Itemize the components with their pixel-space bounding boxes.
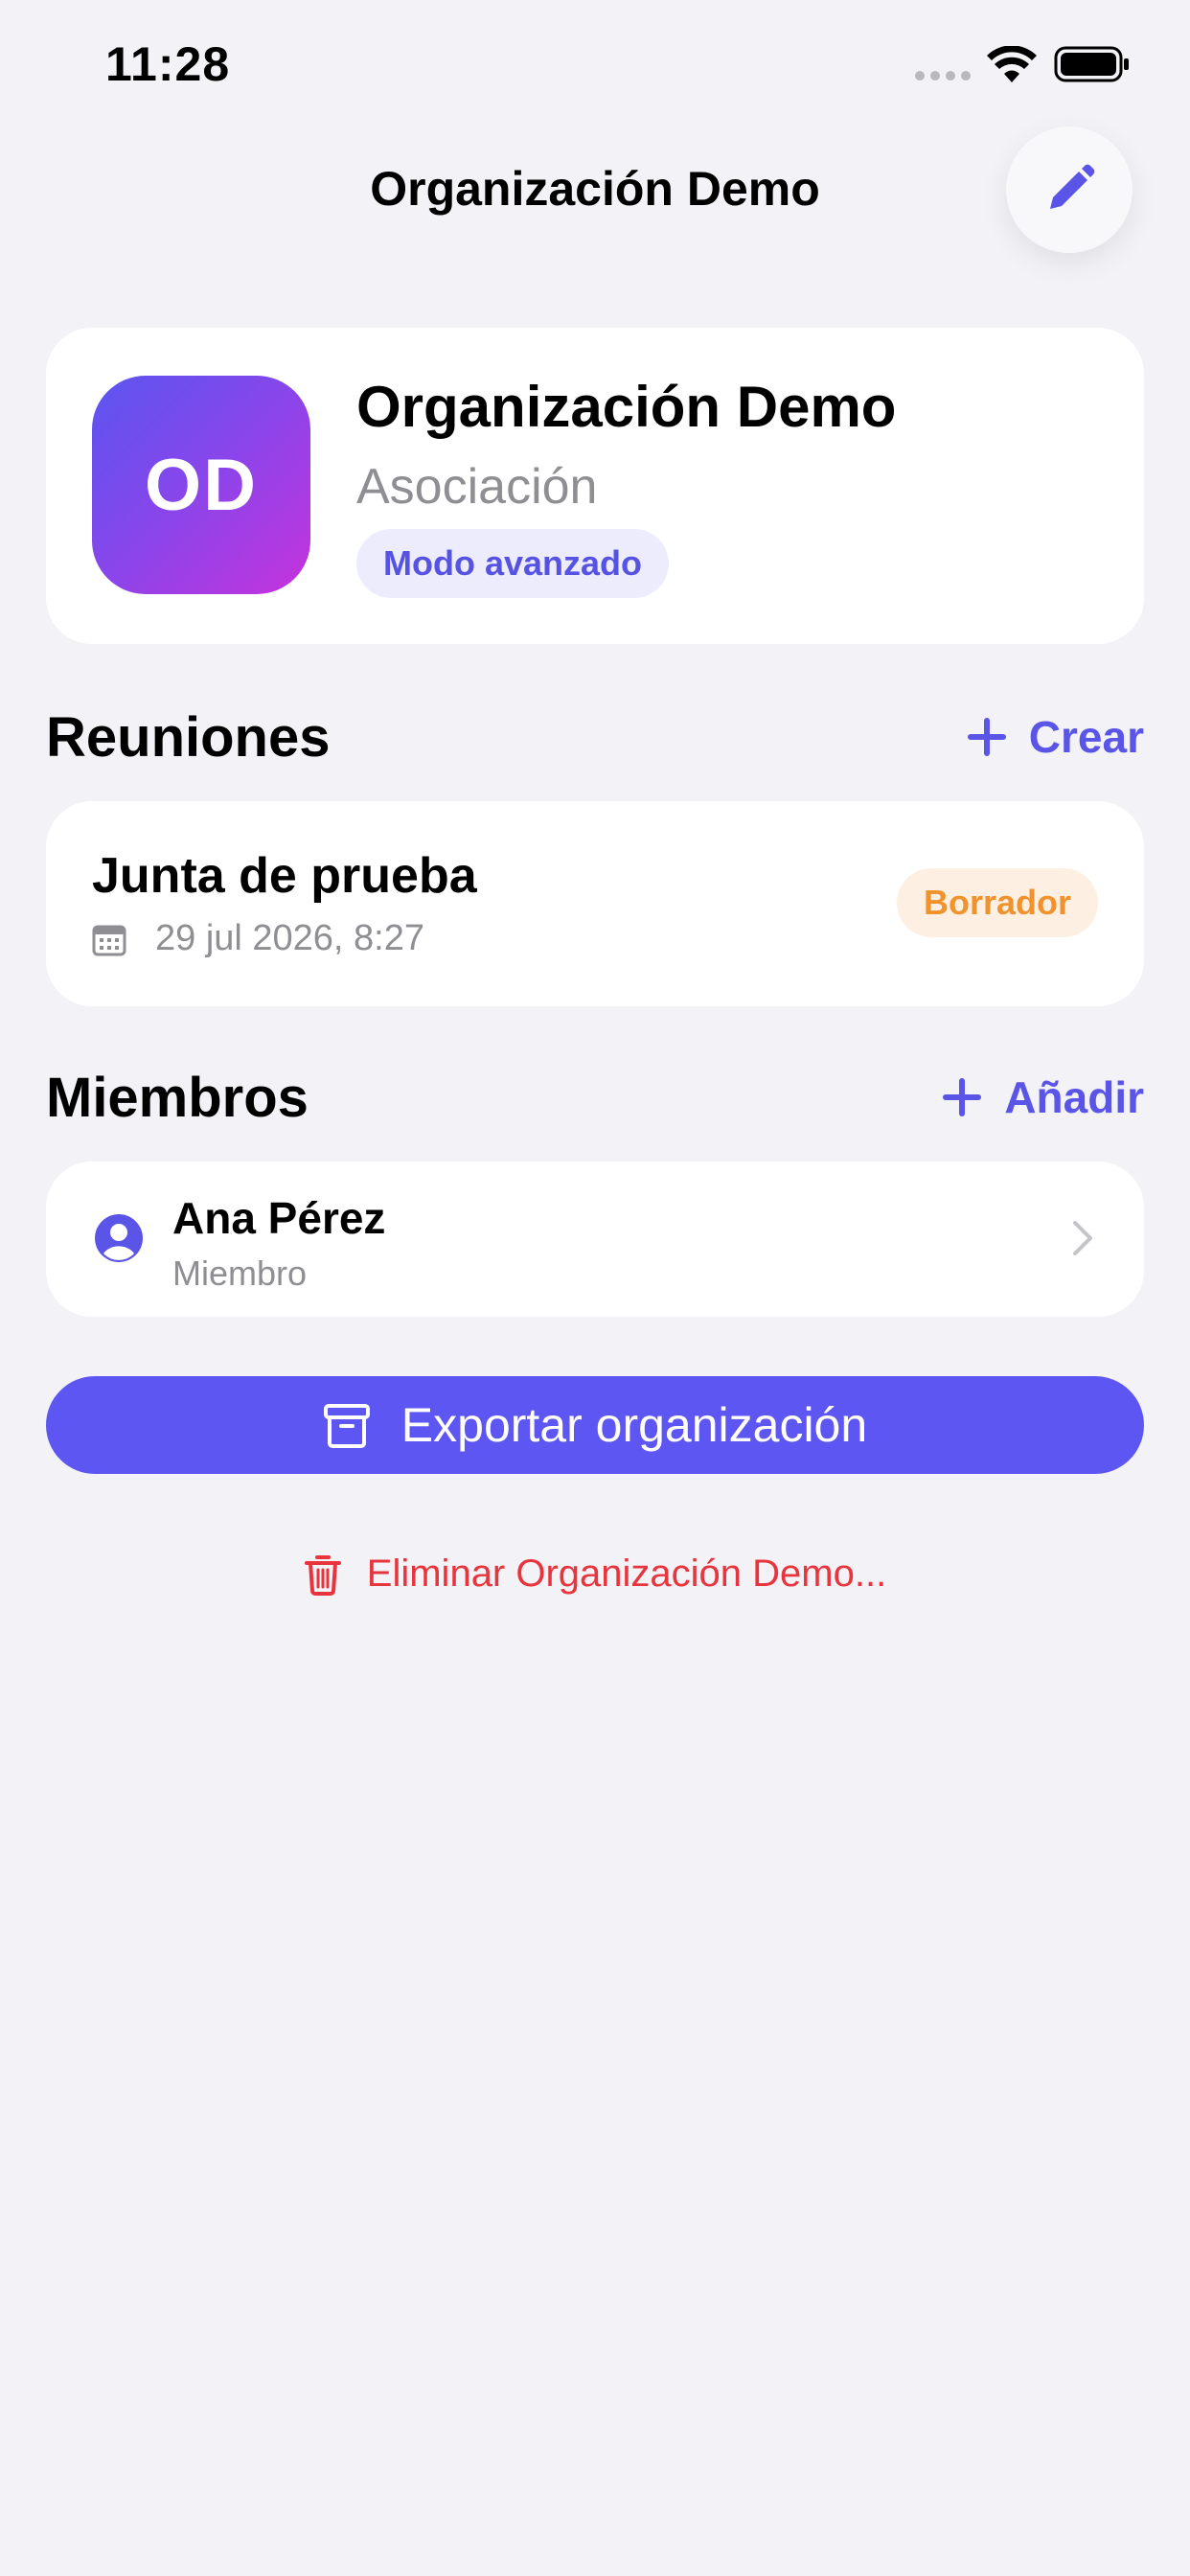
delete-organization-button[interactable]: Eliminar Organización Demo... (0, 1552, 1190, 1596)
delete-organization-label: Eliminar Organización Demo... (366, 1552, 887, 1595)
meeting-meta: 29 jul 2026, 8:27 (92, 918, 424, 959)
person-circle-icon (95, 1214, 143, 1262)
meeting-title: Junta de prueba (92, 848, 477, 904)
add-member-label: Añadir (1004, 1072, 1144, 1122)
mode-badge: Modo avanzado (356, 529, 670, 598)
meetings-section-title: Reuniones (46, 706, 331, 769)
calendar-icon (92, 925, 126, 955)
organization-name: Organización Demo (356, 375, 897, 439)
wifi-icon (987, 46, 1037, 82)
organization-avatar: OD (92, 376, 310, 594)
member-role: Miembro (172, 1254, 308, 1293)
battery-icon (1054, 46, 1129, 82)
chevron-right-icon (1073, 1221, 1092, 1255)
archive-box-icon (323, 1404, 370, 1448)
member-name: Ana Pérez (172, 1193, 386, 1243)
pencil-icon (1050, 164, 1095, 209)
member-list-item[interactable]: Ana Pérez Miembro (46, 1162, 1144, 1317)
members-section-title: Miembros (46, 1067, 309, 1129)
create-meeting-button[interactable]: Crear (967, 711, 1144, 763)
organization-card: OD Organización Demo Asociación Modo ava… (46, 328, 1144, 644)
trash-icon (304, 1554, 341, 1596)
cellular-signal-icon (915, 71, 971, 80)
status-time: 11:28 (105, 37, 231, 91)
plus-icon (943, 1078, 982, 1116)
edit-button[interactable] (1006, 126, 1133, 253)
organization-type: Asociación (356, 459, 598, 515)
export-organization-button[interactable]: Exportar organización (46, 1376, 1144, 1474)
export-organization-label: Exportar organización (400, 1398, 868, 1452)
status-bar: 11:28 (0, 0, 1190, 134)
plus-icon (967, 718, 1006, 756)
meeting-list-item[interactable]: Junta de prueba 29 jul 2026, 8:27 Borrad… (46, 801, 1144, 1006)
create-meeting-label: Crear (1028, 712, 1144, 762)
add-member-button[interactable]: Añadir (943, 1071, 1144, 1123)
meeting-datetime: 29 jul 2026, 8:27 (155, 918, 425, 958)
status-badge: Borrador (896, 868, 1098, 937)
